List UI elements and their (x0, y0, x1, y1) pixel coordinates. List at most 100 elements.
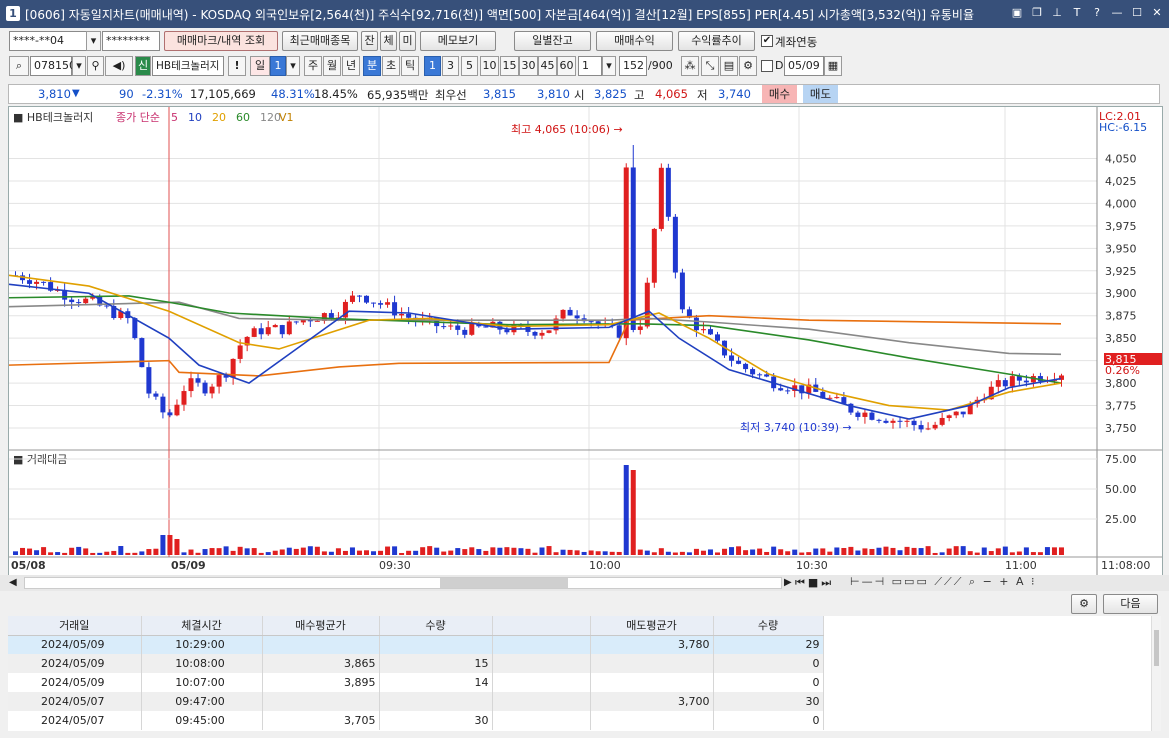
indicator-icon[interactable]: ⁂ (681, 56, 699, 76)
next-button[interactable]: 다음 (1103, 594, 1158, 614)
daily-balance-button[interactable]: 일별잔고 (514, 31, 591, 51)
account-dropdown-icon[interactable]: ▾ (86, 31, 101, 51)
date-checkbox[interactable] (761, 60, 773, 72)
trade-profit-button[interactable]: 매매수익 (596, 31, 673, 51)
volume-bar (76, 546, 82, 555)
scroll-right-icon[interactable]: ▶ (784, 577, 792, 588)
chart-scrollbar[interactable] (24, 577, 782, 589)
table-cell: 2024/05/09 (8, 673, 142, 692)
maximize-icon[interactable]: ☐ (1129, 4, 1145, 22)
minimize-icon[interactable]: — (1109, 4, 1125, 22)
close-icon[interactable]: ✕ (1149, 4, 1165, 22)
day-count-dropdown-icon[interactable]: ▾ (286, 56, 300, 76)
y-tick-label: 3,925 (1105, 265, 1137, 278)
volume-bar (41, 547, 47, 555)
recent-trades-button[interactable]: 최근매매종목 (282, 31, 358, 51)
layout-icon[interactable]: ▣ (1009, 4, 1025, 22)
tool-icon[interactable]: ⤡ (701, 56, 719, 76)
chart-area[interactable]: 4,050 4,025 4,000 3,975 3,950 3,925 3,900 3,875… (8, 106, 1163, 576)
search-icon[interactable]: ⚲ (87, 56, 104, 76)
table-scroll-thumb[interactable] (1154, 630, 1159, 666)
col-header[interactable]: 매수평균가 (262, 616, 380, 636)
period-15-button[interactable]: 15 (500, 56, 519, 76)
font-icon[interactable]: T (1069, 4, 1085, 22)
col-header[interactable]: 매도평균가 (590, 616, 714, 636)
candle-body (237, 345, 243, 359)
count-select[interactable]: 1 (578, 56, 602, 76)
period-60-button[interactable]: 60 (557, 56, 576, 76)
period-30-button[interactable]: 30 (519, 56, 538, 76)
period-week-button[interactable]: 주 (304, 56, 322, 76)
candlestick-chart[interactable]: 4,050 4,025 4,000 3,975 3,950 3,925 3,900 3,875… (9, 107, 1162, 575)
volume-bar (806, 552, 812, 555)
candle-body (883, 420, 889, 423)
code-dropdown-icon[interactable]: ▾ (72, 56, 86, 76)
col-header[interactable]: 수량 (379, 616, 493, 636)
table-row[interactable]: 2024/05/07 09:47:00 3,700 30 (8, 692, 824, 711)
scroll-left-icon[interactable]: ◀ (9, 577, 17, 588)
col-header[interactable] (492, 616, 591, 636)
period-year-button[interactable]: 년 (342, 56, 360, 76)
period-minute-button[interactable]: 분 (363, 56, 381, 76)
bar-count-input[interactable]: 152 (619, 56, 647, 76)
volume-bar (722, 548, 728, 555)
scroll-thumb[interactable] (440, 578, 568, 588)
candle-body (658, 167, 664, 229)
col-header[interactable]: 수량 (713, 616, 824, 636)
candle-body (286, 321, 292, 335)
volume-bar (300, 547, 306, 555)
trade-mark-button[interactable]: 매매마크/내역 조회 (164, 31, 278, 51)
sell-button[interactable]: 매도 (803, 85, 838, 103)
alert-button[interactable]: ! (228, 56, 246, 76)
executed-button[interactable]: 체 (380, 31, 397, 51)
period-45-button[interactable]: 45 (538, 56, 557, 76)
period-1-button[interactable]: 1 (424, 56, 441, 76)
legend-ma-5: 5 (171, 111, 178, 124)
volume-bar (483, 550, 489, 555)
playback-controls[interactable]: ⏮■⏭ (795, 576, 834, 590)
count-dropdown-icon[interactable]: ▾ (602, 56, 616, 76)
period-10-button[interactable]: 10 (480, 56, 499, 76)
table-cell: 3,705 (262, 711, 380, 730)
candle-body (188, 378, 194, 392)
help-icon[interactable]: ? (1089, 4, 1105, 22)
period-tick-button[interactable]: 틱 (401, 56, 419, 76)
period-3-button[interactable]: 3 (442, 56, 459, 76)
copy-window-icon[interactable]: ❐ (1029, 4, 1045, 22)
pin-icon[interactable]: ⊥ (1049, 4, 1065, 22)
candle-body (911, 420, 917, 426)
buy-button[interactable]: 매수 (762, 85, 797, 103)
col-header[interactable]: 체결시간 (141, 616, 263, 636)
memo-button[interactable]: 메모보기 (420, 31, 496, 51)
calendar-icon[interactable]: ▦ (824, 56, 842, 76)
x-tick-label: 05/08 (11, 559, 46, 572)
period-month-button[interactable]: 월 (323, 56, 341, 76)
col-header[interactable]: 거래일 (8, 616, 142, 636)
table-row[interactable]: 2024/05/09 10:08:00 3,865 15 0 (8, 654, 824, 673)
candle-body (356, 295, 362, 297)
stock-search-icon[interactable]: ⌕ (9, 56, 29, 76)
gear-icon[interactable]: ⚙ (739, 56, 757, 76)
account-link-checkbox[interactable]: ✔ (761, 35, 773, 47)
return-trend-button[interactable]: 수익률추이 (678, 31, 755, 51)
date-input[interactable]: 05/09 (784, 56, 824, 76)
volume-bar (855, 550, 861, 555)
table-row[interactable]: 2024/05/09 10:29:00 3,780 29 (8, 635, 824, 654)
password-field[interactable]: ******** (102, 31, 160, 51)
volume-bar (848, 546, 854, 555)
unexecuted-button[interactable]: 미 (399, 31, 416, 51)
balance-button[interactable]: 잔 (361, 31, 378, 51)
period-5-button[interactable]: 5 (461, 56, 478, 76)
table-row[interactable]: 2024/05/07 09:45:00 3,705 30 0 (8, 711, 824, 730)
save-icon[interactable]: ▤ (720, 56, 738, 76)
table-scrollbar[interactable] (1151, 616, 1161, 731)
sound-icon[interactable]: ◀) (105, 56, 133, 76)
volume-bar (778, 549, 784, 555)
period-second-button[interactable]: 초 (382, 56, 400, 76)
table-row[interactable]: 2024/05/09 10:07:00 3,895 14 0 (8, 673, 824, 692)
period-day-button[interactable]: 일 (250, 56, 270, 76)
chart-tools[interactable]: ⊢—⊣ ▭▭▭ ⟋⟋⟋ ⌕ − + A ⁝ (850, 575, 1037, 589)
day-count-field[interactable]: 1 (270, 56, 286, 76)
settings-gear-icon[interactable]: ⚙ (1071, 594, 1097, 614)
stock-code-input[interactable]: 078150 (30, 56, 76, 76)
